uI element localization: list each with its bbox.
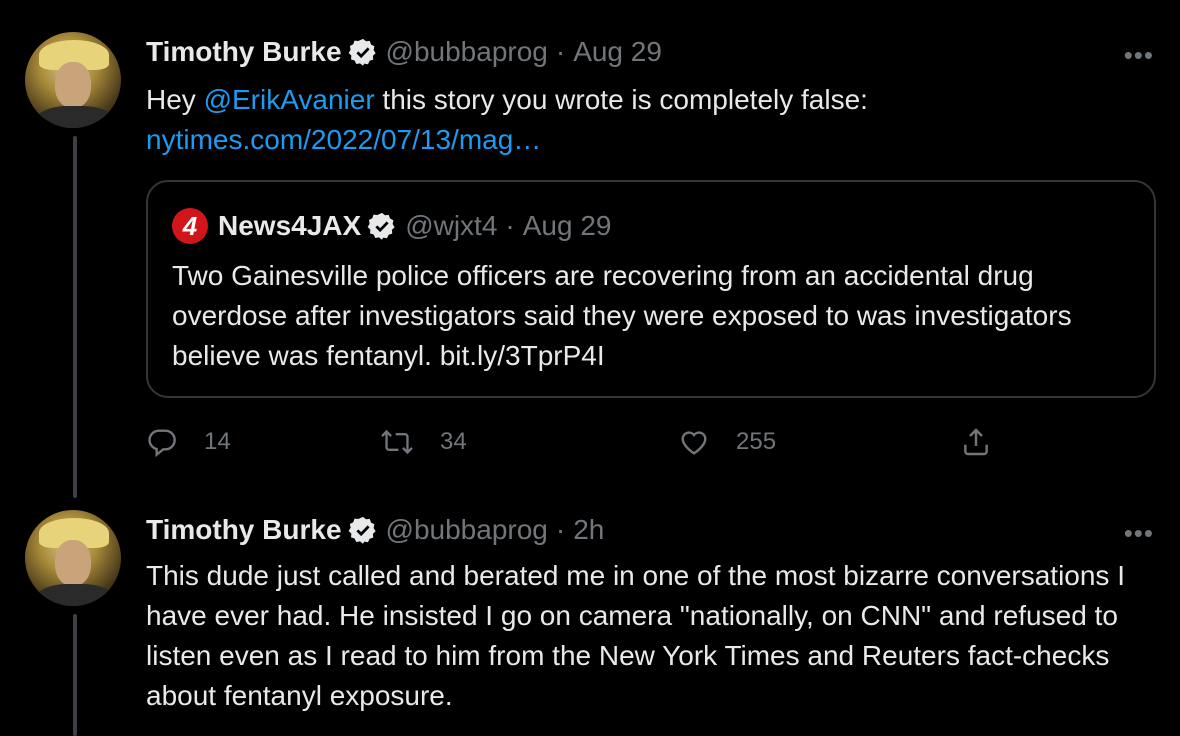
avatar-face	[55, 540, 91, 586]
news4jax-logo: 4	[172, 208, 208, 244]
author-name[interactable]: Timothy Burke	[146, 36, 342, 68]
tweet-header: Timothy Burke @bubbaprog · Aug 29	[146, 36, 662, 68]
avatar-shirt	[35, 106, 115, 128]
share-button[interactable]	[960, 426, 1018, 458]
tweet-time[interactable]: 2h	[573, 514, 604, 546]
separator: ·	[555, 514, 566, 545]
tweet-time[interactable]: Aug 29	[573, 36, 662, 68]
retweet-icon	[381, 429, 413, 455]
avatar-face	[55, 62, 91, 108]
retweet-button[interactable]: 34	[380, 426, 467, 458]
separator: ·	[505, 210, 515, 241]
reply-count: 14	[204, 428, 231, 455]
like-count: 255	[736, 428, 777, 455]
tweet-text: This dude just called and berated me in …	[146, 560, 1125, 711]
author-handle[interactable]: @bubbaprog	[386, 36, 548, 68]
heart-icon	[681, 431, 707, 455]
tweet-text: Hey @ErikAvanier this story you wrote is…	[146, 80, 868, 160]
thread-line-bottom	[73, 614, 77, 736]
retweet-count: 34	[440, 428, 467, 455]
separator: ·	[555, 36, 566, 67]
url-link[interactable]: nytimes.com/2022/07/13/mag…	[146, 124, 541, 155]
quote-author-handle: @wjxt4	[405, 210, 498, 241]
quote-text: Two Gainesville police officers are reco…	[172, 260, 1072, 371]
avatar[interactable]	[25, 510, 121, 606]
author-handle[interactable]: @bubbaprog	[386, 514, 548, 546]
quote-tweet[interactable]: 4 News4JAX @wjxt4 · Aug 29 Two Gainesvil…	[146, 180, 1156, 398]
author-name[interactable]: Timothy Burke	[146, 514, 342, 546]
verified-badge-icon	[367, 211, 397, 241]
thread-line-top	[73, 136, 77, 498]
tweet-text-pre: Hey	[146, 84, 204, 115]
more-icon[interactable]: •••	[1124, 40, 1154, 71]
quote-header: 4 News4JAX @wjxt4 · Aug 29	[172, 208, 611, 244]
verified-badge-icon	[348, 515, 378, 545]
mention-link[interactable]: @ErikAvanier	[204, 84, 375, 115]
verified-badge-icon	[348, 37, 378, 67]
share-icon	[964, 428, 988, 456]
more-icon[interactable]: •••	[1124, 518, 1154, 549]
tweet-header: Timothy Burke @bubbaprog · 2h	[146, 514, 604, 546]
like-button[interactable]: 255	[678, 426, 776, 458]
reply-icon	[148, 429, 176, 458]
tweet-text-post: this story you wrote is completely false…	[374, 84, 868, 115]
reply-button[interactable]: 14	[146, 426, 231, 458]
quote-time: Aug 29	[522, 210, 612, 241]
avatar[interactable]	[25, 32, 121, 128]
avatar-shirt	[35, 584, 115, 606]
quote-author-name: News4JAX	[218, 210, 362, 241]
